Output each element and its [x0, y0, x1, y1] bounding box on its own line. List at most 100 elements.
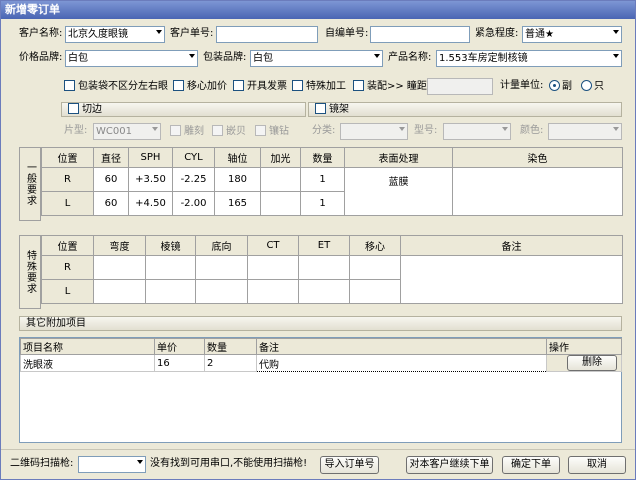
shift-price-checkbox[interactable]: 移心加价	[173, 80, 227, 93]
order-no-input[interactable]	[216, 26, 318, 43]
surface-cell[interactable]: 蓝膜	[344, 167, 453, 216]
tint-cell[interactable]	[452, 167, 623, 216]
scanner-label: 二维码扫描枪:	[10, 458, 74, 469]
price-brand-value: 白包	[68, 53, 88, 64]
sph-cell[interactable]: +3.50	[128, 167, 173, 192]
col-header: 表面处理	[344, 147, 453, 168]
general-table: 位置 直径 SPH CYL 轴位 加光 数量 表面处理 染色 R 60 +3.5…	[41, 147, 623, 216]
col-header: 项目名称	[20, 338, 155, 355]
prism-cell[interactable]	[145, 255, 196, 280]
scanner-select[interactable]	[78, 456, 146, 473]
table-row: R 60 +3.50 -2.25 180 1 蓝膜	[41, 167, 623, 216]
decenter-cell[interactable]	[349, 279, 401, 304]
special-header-row: 位置 弯度 棱镜 底向 CT ET 移心 备注	[41, 235, 623, 256]
diameter-cell[interactable]: 60	[93, 167, 129, 192]
unit-pair-radio[interactable]: 副	[549, 80, 572, 93]
item-price-cell[interactable]: 16	[154, 354, 205, 372]
qty-cell[interactable]: 1	[300, 167, 345, 192]
pack-brand-value: 白包	[253, 53, 273, 64]
cyl-cell[interactable]: -2.25	[172, 167, 215, 192]
extra-header-row: 项目名称 单价 数量 备注 操作	[20, 338, 622, 355]
col-header: 位置	[41, 147, 94, 168]
row-position: R	[41, 167, 94, 192]
et-cell[interactable]	[298, 255, 350, 280]
edging-section[interactable]: 切边	[61, 102, 306, 117]
decenter-cell[interactable]	[349, 255, 401, 280]
table-row: R	[41, 255, 623, 304]
chevron-down-icon	[189, 54, 195, 58]
col-header: 弯度	[93, 235, 146, 256]
invoice-checkbox[interactable]: 开具发票	[233, 80, 287, 93]
order-window: 新增零订单 客户名称: 北京久度眼镜 客户单号: 自编单号: 紧急程度: 普通★…	[0, 0, 636, 480]
item-qty-cell[interactable]: 2	[204, 354, 257, 372]
frame-color-select[interactable]	[548, 123, 622, 140]
chevron-down-icon	[613, 30, 619, 34]
self-no-input[interactable]	[370, 26, 470, 43]
customer-label: 客户名称:	[19, 28, 63, 39]
ct-cell[interactable]	[247, 279, 299, 304]
frame-section[interactable]: 镜架	[308, 102, 622, 117]
diameter-cell[interactable]: 60	[93, 191, 129, 216]
price-brand-select[interactable]: 白包	[65, 50, 198, 67]
general-header-row: 位置 直径 SPH CYL 轴位 加光 数量 表面处理 染色	[41, 147, 623, 168]
prism-cell[interactable]	[145, 279, 196, 304]
urgency-select[interactable]: 普通★	[522, 26, 622, 43]
chevron-down-icon	[613, 127, 619, 131]
col-header: 数量	[300, 147, 345, 168]
chevron-down-icon	[399, 127, 405, 131]
item-name-cell[interactable]: 洗眼液	[20, 354, 155, 372]
frame-model-select[interactable]	[443, 123, 511, 140]
unit-piece-radio[interactable]: 只	[581, 80, 604, 93]
self-no-label: 自编单号:	[325, 28, 369, 39]
axis-cell[interactable]: 180	[214, 167, 261, 192]
inlay-checkbox[interactable]: 嵌贝	[212, 125, 246, 138]
import-order-button[interactable]: 导入订单号	[320, 456, 379, 474]
extra-table: 项目名称 单价 数量 备注 操作 洗眼液 16 2 代购 删除	[20, 338, 622, 372]
frame-checkbox[interactable]: 镜架	[315, 103, 349, 115]
product-select[interactable]: 1.553车房定制核镜	[436, 50, 622, 67]
urgency-label: 紧急程度:	[475, 28, 519, 39]
col-header: 位置	[41, 235, 94, 256]
lens-type-select[interactable]: WC001	[93, 123, 161, 140]
ct-cell[interactable]	[247, 255, 299, 280]
chevron-down-icon	[374, 54, 380, 58]
customer-select[interactable]: 北京久度眼镜	[65, 26, 165, 43]
add-cell[interactable]	[260, 167, 301, 192]
carve-checkbox[interactable]: 雕刻	[170, 125, 204, 138]
col-header: 加光	[260, 147, 301, 168]
no-lr-checkbox[interactable]: 包装袋不区分左右眼	[64, 80, 168, 93]
table-row: 洗眼液 16 2 代购 删除	[20, 354, 622, 372]
base-cell[interactable]	[195, 279, 248, 304]
frame-category-select[interactable]	[340, 123, 408, 140]
pack-brand-select[interactable]: 白包	[250, 50, 383, 67]
note-cell[interactable]	[400, 255, 623, 304]
scanner-message: 没有找到可用串口,不能使用扫描枪!	[150, 458, 308, 469]
footer-divider	[1, 449, 635, 450]
drill-checkbox[interactable]: 镶钻	[255, 125, 289, 138]
edging-checkbox[interactable]: 切边	[68, 103, 102, 115]
chevron-down-icon	[152, 127, 158, 131]
product-label: 产品名称:	[388, 52, 432, 63]
qty-cell[interactable]: 1	[300, 191, 345, 216]
add-cell[interactable]	[260, 191, 301, 216]
pack-brand-label: 包装品牌:	[203, 52, 247, 63]
et-cell[interactable]	[298, 279, 350, 304]
axis-cell[interactable]: 165	[214, 191, 261, 216]
col-header: 移心	[349, 235, 401, 256]
sph-cell[interactable]: +4.50	[128, 191, 173, 216]
curve-cell[interactable]	[93, 255, 146, 280]
assemble-checkbox[interactable]: 装配>> 瞳距	[353, 80, 427, 93]
cancel-button[interactable]: 取消	[568, 456, 626, 474]
pd-input[interactable]	[427, 78, 493, 95]
item-note-cell[interactable]: 代购	[256, 354, 547, 372]
base-cell[interactable]	[195, 255, 248, 280]
general-side-label: 一般要求	[19, 147, 41, 221]
chevron-down-icon	[502, 127, 508, 131]
special-checkbox[interactable]: 特殊加工	[292, 80, 346, 93]
frame-category-label: 分类:	[312, 125, 336, 136]
delete-button[interactable]: 删除	[567, 355, 617, 371]
cyl-cell[interactable]: -2.00	[172, 191, 215, 216]
continue-order-button[interactable]: 对本客户继续下单	[406, 456, 493, 474]
confirm-order-button[interactable]: 确定下单	[502, 456, 560, 474]
curve-cell[interactable]	[93, 279, 146, 304]
